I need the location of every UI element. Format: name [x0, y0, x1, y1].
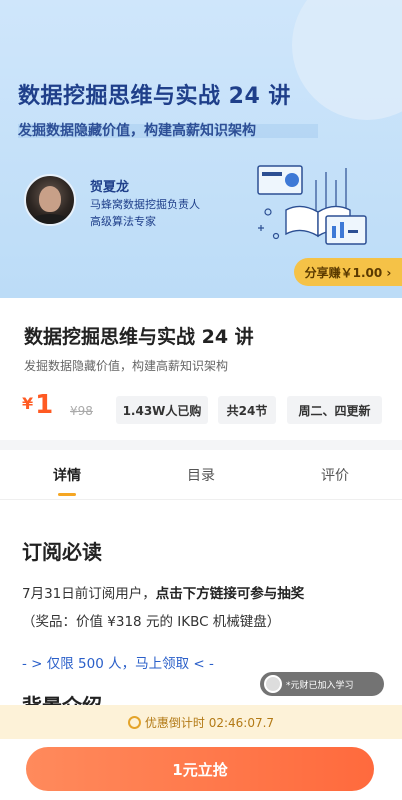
teacher-name: 贺夏龙: [90, 180, 130, 195]
claim-promo-link[interactable]: - > 仅限 500 人，马上领取 < -: [22, 652, 214, 672]
section-divider: [0, 440, 402, 450]
original-price: ¥98: [70, 404, 93, 418]
bottom-action-bar: 1元立抢: [0, 739, 402, 800]
lesson-count-badge: 共24节: [218, 396, 276, 424]
teacher-role: 马蜂窝数据挖掘负责人: [90, 198, 200, 211]
toast-message: *元财已加入学习: [286, 680, 354, 691]
prize-info: （奖品：价值 ¥318 元的 IKBC 机械键盘）: [22, 614, 281, 630]
section-title: 订阅必读: [22, 540, 102, 564]
tab-bar: 详情 目录 评价: [0, 450, 402, 500]
currency-symbol: ¥: [22, 394, 34, 413]
buy-now-button[interactable]: 1元立抢: [26, 747, 374, 791]
buyers-count-badge: 1.43W人已购: [116, 396, 208, 424]
user-avatar-icon: [264, 675, 282, 693]
background-section-title: 背景介绍: [22, 690, 102, 705]
current-price: ¥1: [22, 390, 53, 420]
course-subtitle: 发掘数据隐藏价值，构建高薪知识架构: [24, 359, 229, 373]
banner-title: 数据挖掘思维与实战 24 讲: [18, 84, 291, 109]
join-notification-toast: *元财已加入学习: [260, 672, 384, 696]
countdown-label: 优惠倒计时 02:46:07.7: [144, 715, 275, 730]
course-title: 数据挖掘思维与实战 24 讲: [24, 326, 254, 348]
price-value: 1: [35, 390, 54, 420]
avatar-shirt: [28, 214, 72, 224]
active-tab-indicator: [58, 493, 76, 496]
data-illustration-icon: [257, 165, 367, 245]
share-earn-button[interactable]: 分享赚￥1.00 ›: [294, 258, 402, 286]
notice-text: 7月31日前订阅用户，: [22, 586, 156, 602]
banner-subtitle: 发掘数据隐藏价值，构建高薪知识架构: [18, 123, 256, 139]
avatar-face: [39, 186, 61, 212]
notice-highlight: 点击下方链接可参与抽奖: [155, 586, 305, 602]
tab-reviews[interactable]: 评价: [268, 450, 402, 500]
course-info: 数据挖掘思维与实战 24 讲 发掘数据隐藏价值，构建高薪知识架构 ¥1 ¥98 …: [0, 298, 402, 440]
banner-decoration: [292, 0, 402, 120]
course-banner: 数据挖掘思维与实战 24 讲 发掘数据隐藏价值，构建高薪知识架构 贺夏龙 马蜂窝…: [0, 0, 402, 298]
alarm-clock-icon: [127, 715, 141, 729]
update-schedule-badge: 周二、四更新: [287, 396, 382, 424]
tab-catalog[interactable]: 目录: [134, 450, 268, 500]
teacher-avatar: [24, 174, 76, 226]
discount-countdown: 优惠倒计时 02:46:07.7: [0, 705, 402, 739]
subscribe-notice: 7月31日前订阅用户，点击下方链接可参与抽奖: [22, 582, 304, 602]
teacher-title: 高级算法专家: [90, 215, 156, 228]
